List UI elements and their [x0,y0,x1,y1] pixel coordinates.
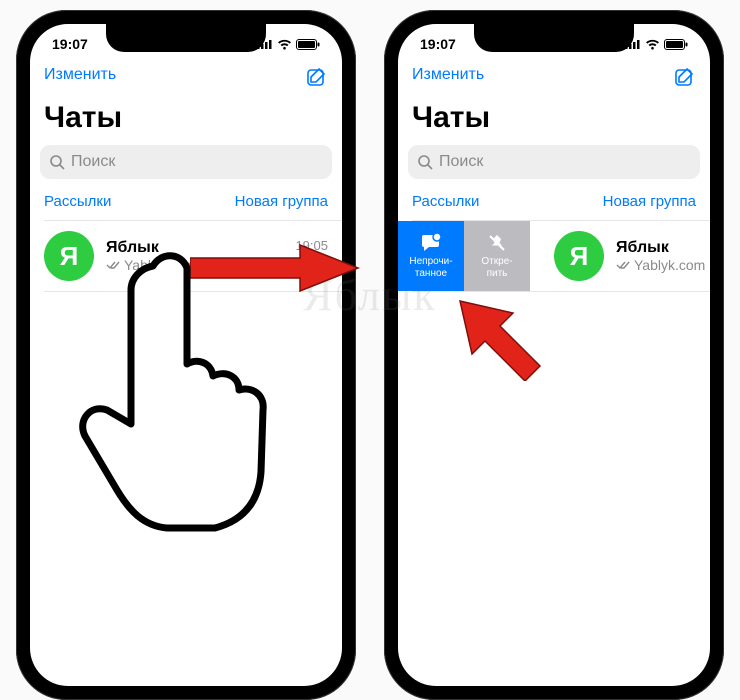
chat-avatar: Я [554,231,604,281]
status-time: 19:07 [52,36,88,52]
search-icon [418,155,433,170]
chat-name: Яблык [616,239,710,257]
search-placeholder: Поиск [439,153,483,171]
compose-button[interactable] [674,66,696,93]
swipe-unpin-label: Откре- пить [481,256,512,279]
status-time: 19:07 [420,36,456,52]
unpin-icon [487,233,507,253]
chat-row-swiped[interactable]: Непрочи- танное Откре- пить Я Яблык Yabl… [398,221,710,291]
instruction-arrow-point [455,296,550,381]
edit-link[interactable]: Изменить [412,66,484,93]
status-icons [625,39,688,50]
iphone-notch [474,24,634,52]
search-input[interactable]: Поиск [408,145,700,179]
search-placeholder: Поиск [71,153,115,171]
swipe-unpin-button[interactable]: Откре- пить [464,221,530,291]
battery-icon [296,39,320,50]
newgroup-link[interactable]: Новая группа [235,193,328,210]
search-input[interactable]: Поиск [40,145,332,179]
compose-button[interactable] [306,66,328,93]
swipe-mark-unread-button[interactable]: Непрочи- танное [398,221,464,291]
compose-icon [674,66,696,88]
phone-mockup-right: 19:07 Изменить Чаты Поиск Рассылки [384,10,724,700]
newgroup-link[interactable]: Новая группа [603,193,696,210]
search-icon [50,155,65,170]
hand-pointer-icon [75,248,285,543]
swipe-unread-label: Непрочи- танное [409,256,452,279]
broadcasts-link[interactable]: Рассылки [412,193,479,210]
chat-subtitle: Yablyk.com [634,257,705,273]
page-title: Чаты [398,99,710,145]
wifi-icon [645,39,660,50]
battery-icon [664,39,688,50]
broadcasts-link[interactable]: Рассылки [44,193,111,210]
edit-link[interactable]: Изменить [44,66,116,93]
check-read-icon [616,260,630,270]
status-icons [257,39,320,50]
compose-icon [306,66,328,88]
page-title: Чаты [30,99,342,145]
divider [412,291,710,292]
iphone-notch [106,24,266,52]
wifi-icon [277,39,292,50]
chat-unread-icon [420,233,442,253]
